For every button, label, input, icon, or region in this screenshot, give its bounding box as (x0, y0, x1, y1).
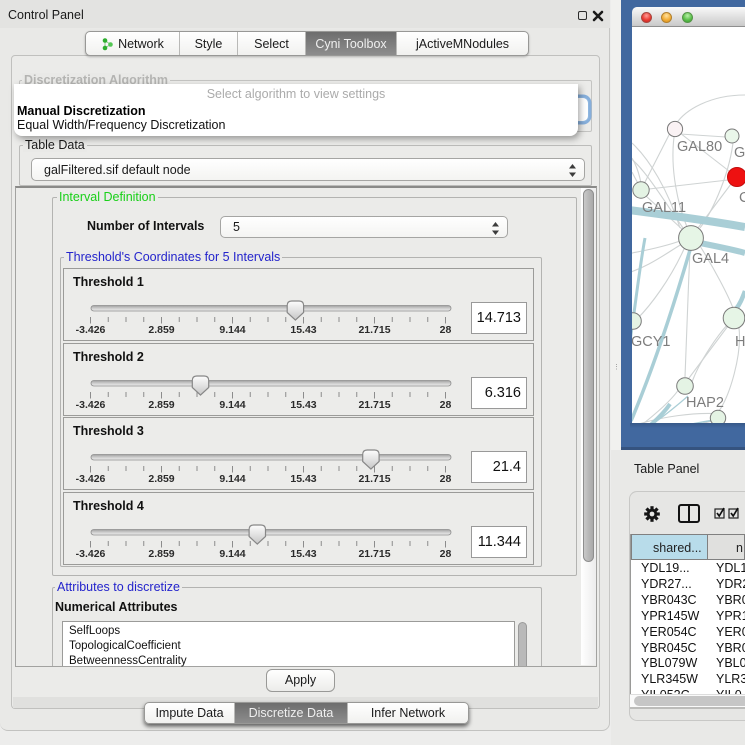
svg-text:GA: GA (734, 145, 745, 161)
svg-text:GAL11: GAL11 (642, 200, 686, 216)
svg-text:C: C (739, 190, 745, 206)
svg-text:H: H (735, 334, 745, 350)
svg-text:HAP2: HAP2 (686, 395, 724, 411)
svg-text:GCY1: GCY1 (632, 334, 671, 350)
svg-text:GAL80: GAL80 (677, 139, 722, 155)
svg-text:GAL4: GAL4 (692, 251, 729, 267)
